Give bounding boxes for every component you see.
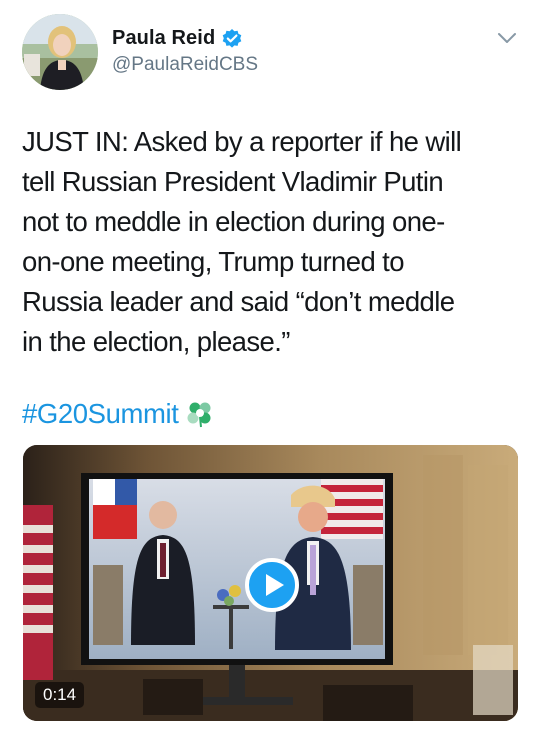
author-name-row: Paula Reid — [112, 27, 243, 50]
avatar[interactable] — [22, 14, 98, 90]
play-button[interactable] — [245, 558, 299, 612]
video-duration-badge: 0:14 — [35, 682, 85, 708]
video-player[interactable]: 0:14 — [23, 445, 518, 721]
author-handle[interactable]: @PaulaReidCBS — [112, 54, 258, 76]
author-display-name[interactable]: Paula Reid — [112, 27, 215, 50]
g20-summit-emoji-icon — [184, 398, 216, 430]
verified-badge-icon — [221, 28, 243, 50]
tweet-card[interactable]: Paula Reid @PaulaReidCBS JUST IN: Asked … — [0, 0, 540, 731]
hashtag-row: #G20Summit — [22, 394, 216, 434]
hashtag-link[interactable]: #G20Summit — [22, 394, 179, 434]
chevron-down-icon[interactable] — [496, 30, 518, 46]
tweet-text: JUST IN: Asked by a reporter if he will … — [22, 126, 462, 357]
avatar-image — [22, 14, 98, 90]
play-icon — [265, 574, 284, 596]
